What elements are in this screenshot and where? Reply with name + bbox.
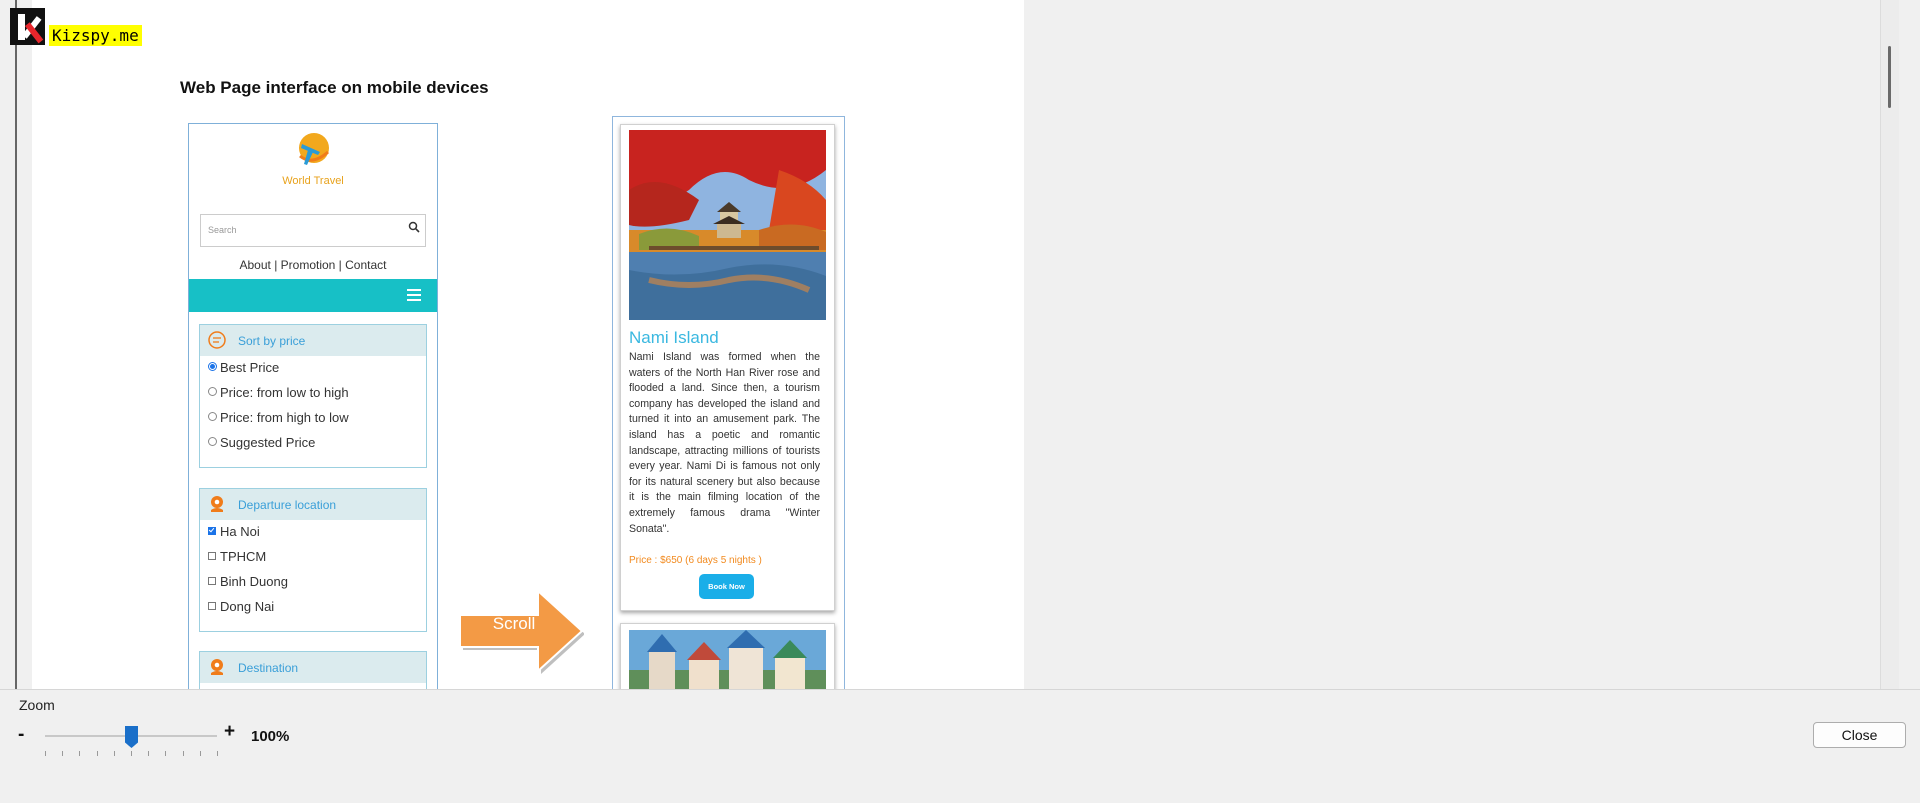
zoom-out-button[interactable]: - xyxy=(18,724,24,746)
search-input[interactable]: Search xyxy=(200,214,426,247)
slider-tick xyxy=(182,751,184,756)
checkbox-icon[interactable] xyxy=(208,552,216,560)
departure-panel: Departure location Ha Noi TPHCM Binh Duo… xyxy=(199,488,427,632)
search-icon[interactable] xyxy=(408,221,420,233)
sort-panel: Sort by price Best Price Price: from low… xyxy=(199,324,427,468)
document-title: Web Page interface on mobile devices xyxy=(180,78,489,97)
sort-price-icon xyxy=(208,331,226,349)
checkbox-icon[interactable] xyxy=(208,577,216,585)
destination-panel-header: Destination xyxy=(200,652,426,683)
close-button[interactable]: Close xyxy=(1813,722,1906,748)
card-description: Nami Island was formed when the waters o… xyxy=(629,351,820,535)
slider-tick xyxy=(113,751,115,756)
zoom-slider-thumb[interactable] xyxy=(125,726,138,748)
watermark-text: Kizspy.me xyxy=(49,25,142,46)
left-divider xyxy=(15,0,17,689)
card-price: Price : $650 (6 days 5 nights ) xyxy=(629,555,762,566)
menu-bar xyxy=(189,279,437,312)
destination-panel: Destination xyxy=(199,651,427,689)
mobile-mockup-detail: Nami Island Nami Island was formed when … xyxy=(612,116,845,689)
departure-option-ha-noi[interactable]: Ha Noi xyxy=(208,524,260,539)
slider-tick xyxy=(165,751,167,756)
departure-panel-title: Departure location xyxy=(238,498,337,512)
vertical-scrollbar[interactable] xyxy=(1880,0,1899,689)
slider-tick xyxy=(96,751,98,756)
k-logo-icon xyxy=(10,8,45,45)
zoom-slider-ticks xyxy=(45,751,218,757)
scrollbar-thumb[interactable] xyxy=(1888,46,1891,108)
mobile-mockup-home: World Travel Search About | Promotion | … xyxy=(188,123,438,689)
sort-option-high-low[interactable]: Price: from high to low xyxy=(208,410,349,425)
book-now-button[interactable]: Book Now xyxy=(699,574,754,599)
checkbox-icon[interactable] xyxy=(208,602,216,610)
sort-option-best-price[interactable]: Best Price xyxy=(208,360,279,375)
sort-panel-header: Sort by price xyxy=(200,325,426,356)
departure-panel-header: Departure location xyxy=(200,489,426,520)
departure-option-binh-duong[interactable]: Binh Duong xyxy=(208,574,288,589)
document-viewer: Web Page interface on mobile devices Wor… xyxy=(0,0,1920,689)
nav-links[interactable]: About | Promotion | Contact xyxy=(189,258,437,272)
slider-tick xyxy=(45,751,46,756)
slider-tick xyxy=(131,751,132,756)
world-travel-logo-icon xyxy=(299,133,329,165)
brand-name: World Travel xyxy=(282,175,344,187)
zoom-label: Zoom xyxy=(19,697,55,713)
document-page: Web Page interface on mobile devices Wor… xyxy=(32,0,1024,689)
card-title: Nami Island xyxy=(629,328,719,347)
slider-tick xyxy=(217,751,218,756)
hamburger-menu-icon[interactable] xyxy=(407,289,421,301)
zoom-value: 100% xyxy=(251,728,290,745)
radio-selected-icon[interactable] xyxy=(208,362,217,371)
radio-icon[interactable] xyxy=(208,437,217,446)
scroll-label: Scroll xyxy=(492,614,536,633)
tour-card xyxy=(620,623,835,689)
divider xyxy=(0,689,1920,690)
radio-icon[interactable] xyxy=(208,412,217,421)
slider-tick xyxy=(199,751,201,756)
radio-icon[interactable] xyxy=(208,387,217,396)
departure-option-dong-nai[interactable]: Dong Nai xyxy=(208,599,274,614)
slider-tick xyxy=(62,751,64,756)
slider-tick xyxy=(79,751,81,756)
sort-option-suggested[interactable]: Suggested Price xyxy=(208,435,315,450)
zoom-in-button[interactable]: + xyxy=(224,721,235,743)
tour-card: Nami Island Nami Island was formed when … xyxy=(620,124,835,611)
sort-option-low-high[interactable]: Price: from low to high xyxy=(208,385,349,400)
checkbox-checked-icon[interactable] xyxy=(208,527,216,535)
castle-photo xyxy=(629,630,826,689)
location-pin-icon xyxy=(211,496,223,512)
departure-option-tphcm[interactable]: TPHCM xyxy=(208,549,266,564)
search-placeholder: Search xyxy=(208,225,237,235)
destination-panel-title: Destination xyxy=(238,661,299,675)
sort-panel-title: Sort by price xyxy=(238,334,306,348)
location-pin-icon xyxy=(211,659,223,675)
slider-tick xyxy=(148,751,150,756)
nami-island-photo xyxy=(629,130,826,320)
